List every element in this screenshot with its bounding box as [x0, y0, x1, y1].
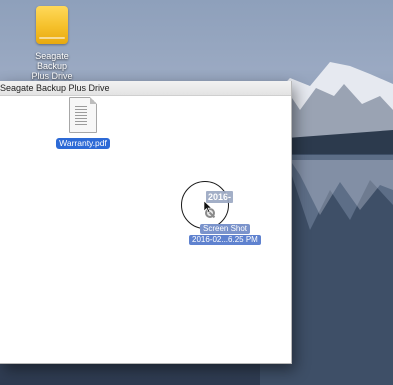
document-icon	[69, 97, 97, 133]
drive-label-line1: Seagate Backup	[35, 51, 69, 71]
drive-icon-label: Seagate Backup Plus Drive	[20, 51, 84, 81]
document-lines	[75, 106, 87, 126]
dragged-file-name-line1: Screen Shot	[200, 224, 251, 234]
window-title: Seagate Backup Plus Drive	[0, 83, 110, 93]
external-drive-icon	[36, 6, 68, 44]
dragged-screenshot-file[interactable]: 2016- Screen Shot 2016-02...6.25 PM	[181, 181, 271, 251]
file-name-label: Warranty.pdf	[56, 138, 110, 149]
drive-label-line2: Plus Drive	[31, 71, 73, 81]
desktop-drive-icon[interactable]: Seagate Backup Plus Drive	[20, 6, 84, 81]
file-warranty-pdf[interactable]: Warranty.pdf	[55, 97, 111, 151]
dragged-file-name-line2: 2016-02...6.25 PM	[189, 235, 261, 245]
window-titlebar[interactable]: Seagate Backup Plus Drive	[0, 81, 291, 96]
arrow-cursor-icon	[204, 201, 212, 213]
